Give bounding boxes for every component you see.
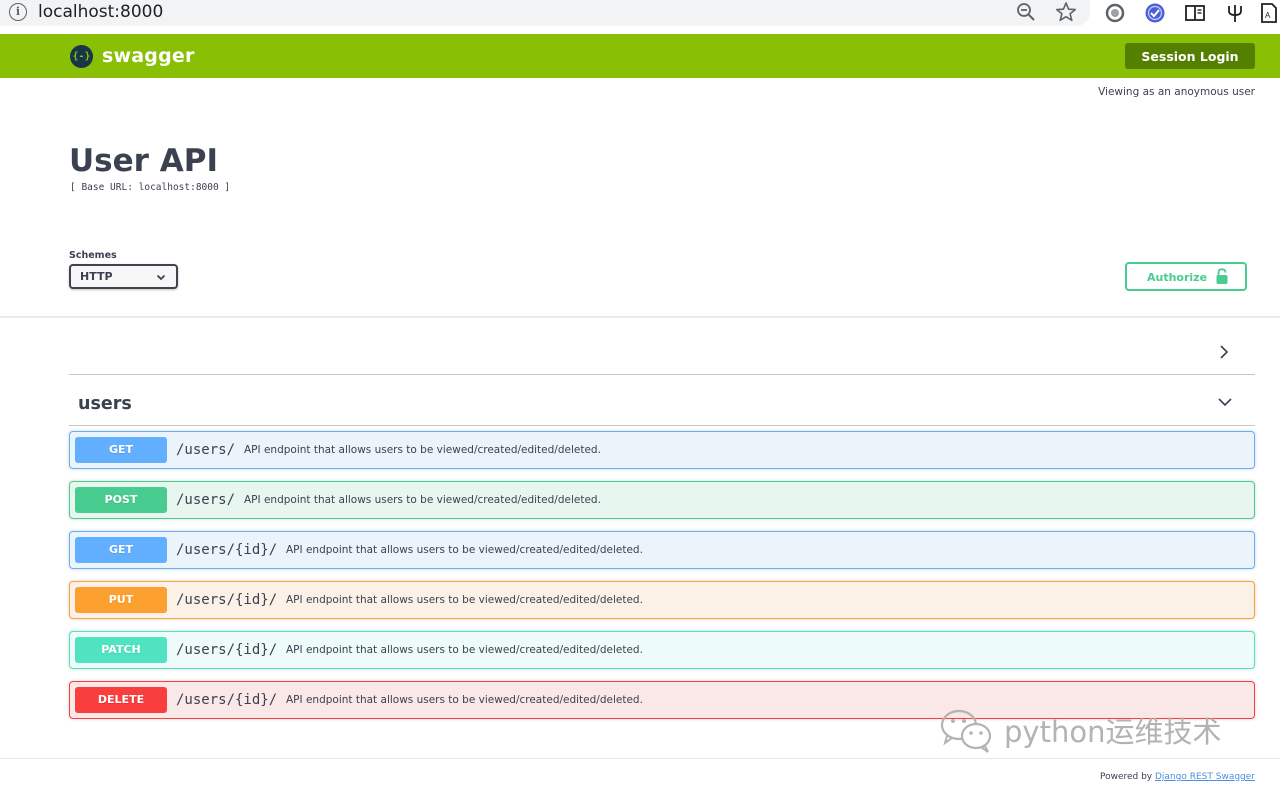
session-login-button[interactable]: Session Login: [1125, 43, 1255, 69]
swagger-logo-text: swagger: [102, 45, 195, 67]
extension-fork-icon[interactable]: [1224, 2, 1246, 24]
schemes-selected-value: HTTP: [80, 270, 113, 283]
operation-path: /users/: [176, 492, 236, 508]
powered-by-prefix: Powered by: [1099, 772, 1155, 782]
chevron-down-icon[interactable]: [1217, 396, 1233, 408]
api-title: User API: [69, 143, 218, 179]
swagger-logo-icon: {-}: [70, 44, 93, 68]
operation-summary: API endpoint that allows users to be vie…: [286, 544, 643, 556]
method-badge: PUT: [75, 587, 167, 613]
svg-text:A: A: [1265, 11, 1271, 20]
powered-by: Powered by Django REST Swagger: [1100, 772, 1255, 782]
operation-path: /users/{id}/: [176, 542, 278, 558]
chevron-right-icon[interactable]: [1217, 344, 1231, 360]
watermark-text: python运维技术: [1004, 715, 1222, 749]
operation-get-user-by-id[interactable]: GET /users/{id}/ API endpoint that allow…: [69, 531, 1255, 569]
schemes-select[interactable]: HTTP: [69, 264, 178, 289]
viewing-as-text: Viewing as an anoymous user: [1098, 86, 1255, 98]
operation-summary: API endpoint that allows users to be vie…: [244, 444, 601, 456]
wechat-icon: [940, 709, 992, 753]
base-url: [ Base URL: localhost:8000 ]: [70, 182, 231, 193]
operation-get-users[interactable]: GET /users/ API endpoint that allows use…: [69, 431, 1255, 469]
tag-section-collapsed[interactable]: [69, 330, 1255, 375]
operation-summary: API endpoint that allows users to be vie…: [286, 644, 643, 656]
operation-summary: API endpoint that allows users to be vie…: [286, 594, 643, 606]
operation-path: /users/: [176, 442, 236, 458]
tag-name: users: [78, 394, 132, 414]
extension-circle-icon[interactable]: [1104, 2, 1126, 24]
operation-path: /users/{id}/: [176, 642, 278, 658]
bookmark-star-icon[interactable]: [1055, 1, 1077, 23]
operation-summary: API endpoint that allows users to be vie…: [244, 494, 601, 506]
browser-chrome: i localhost:8000 A: [0, 0, 1280, 34]
swagger-topbar: {-} swagger Session Login: [0, 34, 1280, 78]
schemes-label: Schemes: [69, 250, 117, 261]
method-badge: POST: [75, 487, 167, 513]
chevron-down-icon: [156, 274, 166, 281]
extension-icons: A: [1098, 0, 1280, 26]
authorize-label: Authorize: [1147, 271, 1208, 284]
extension-check-icon[interactable]: [1144, 2, 1166, 24]
swagger-logo[interactable]: {-} swagger: [70, 44, 195, 68]
authorize-button[interactable]: Authorize: [1125, 262, 1247, 291]
method-badge: GET: [75, 537, 167, 563]
method-badge: GET: [75, 437, 167, 463]
operation-post-users[interactable]: POST /users/ API endpoint that allows us…: [69, 481, 1255, 519]
scheme-container-divider: [0, 316, 1280, 318]
django-rest-swagger-link[interactable]: Django REST Swagger: [1155, 772, 1255, 782]
operation-put-user[interactable]: PUT /users/{id}/ API endpoint that allow…: [69, 581, 1255, 619]
reader-mode-icon[interactable]: [1184, 2, 1206, 24]
extension-page-icon[interactable]: A: [1258, 2, 1280, 24]
operation-path: /users/{id}/: [176, 592, 278, 608]
url-text[interactable]: localhost:8000: [38, 2, 163, 22]
operation-patch-user[interactable]: PATCH /users/{id}/ API endpoint that all…: [69, 631, 1255, 669]
info-icon[interactable]: i: [9, 3, 27, 21]
method-badge: DELETE: [75, 687, 167, 713]
wechat-watermark: python运维技术: [938, 706, 1221, 754]
unlocked-icon: [1216, 268, 1228, 284]
footer-divider: [0, 758, 1280, 759]
operation-path: /users/{id}/: [176, 692, 278, 708]
address-bar[interactable]: i localhost:8000: [0, 0, 1090, 26]
operation-summary: API endpoint that allows users to be vie…: [286, 694, 643, 706]
zoom-out-icon[interactable]: [1016, 2, 1036, 22]
method-badge: PATCH: [75, 637, 167, 663]
tag-section-users[interactable]: users: [69, 380, 1255, 426]
